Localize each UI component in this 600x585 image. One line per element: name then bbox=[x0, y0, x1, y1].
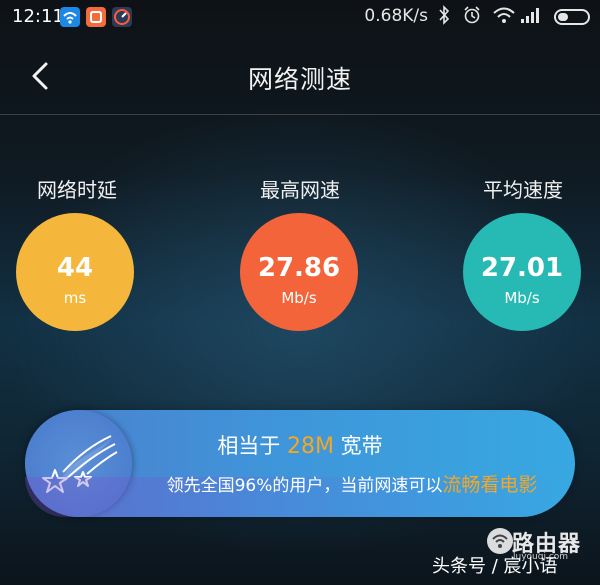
ranking-text-highlight: 流畅看电影 bbox=[442, 474, 538, 496]
status-time: 12:11 bbox=[12, 6, 64, 27]
avg-speed-label: 平均速度 bbox=[483, 178, 563, 202]
latency-label: 网络时延 bbox=[37, 178, 117, 202]
latency-unit: ms bbox=[63, 289, 87, 307]
wifi-app-icon bbox=[60, 7, 80, 27]
max-speed-value: 27.86 bbox=[257, 253, 341, 283]
header: 网络测速 bbox=[0, 34, 600, 115]
ranking-text: 领先全国96%的用户，当前网速可以流畅看电影 bbox=[137, 470, 567, 497]
alarm-icon bbox=[462, 5, 482, 30]
max-speed-circle: 27.86 Mb/s bbox=[240, 213, 358, 331]
bandwidth-equivalent: 相当于 28M 宽带 bbox=[25, 430, 575, 460]
network-speed-readout: 0.68K/s bbox=[364, 6, 428, 26]
battery-icon bbox=[554, 9, 590, 25]
latency-value: 44 bbox=[56, 253, 94, 283]
result-banner: 相当于 28M 宽带 领先全国96%的用户，当前网速可以流畅看电影 bbox=[25, 410, 575, 517]
mi-app-icon bbox=[86, 7, 106, 27]
speed-app-icon bbox=[112, 7, 132, 27]
shooting-stars-icon bbox=[25, 410, 132, 517]
bluetooth-icon bbox=[438, 5, 450, 30]
latency-circle: 44 ms bbox=[16, 213, 134, 331]
bandwidth-value: 28M bbox=[287, 434, 334, 459]
bandwidth-suffix: 宽带 bbox=[340, 434, 383, 458]
bandwidth-prefix: 相当于 bbox=[217, 434, 281, 458]
max-speed-unit: Mb/s bbox=[281, 289, 317, 307]
avg-speed-unit: Mb/s bbox=[504, 289, 540, 307]
avg-speed-value: 27.01 bbox=[480, 253, 564, 283]
status-bar: 12:11 0.68K/s bbox=[0, 0, 600, 34]
wifi-signal-icon bbox=[492, 5, 516, 30]
ranking-text-main: 领先全国96%的用户，当前网速可以 bbox=[166, 476, 443, 496]
page-title: 网络测速 bbox=[247, 65, 352, 94]
avg-speed-circle: 27.01 Mb/s bbox=[463, 213, 581, 331]
max-speed-label: 最高网速 bbox=[260, 178, 340, 202]
cellular-signal-icon bbox=[520, 5, 542, 30]
watermark-author: 头条号 / 宸小语 bbox=[432, 556, 558, 577]
